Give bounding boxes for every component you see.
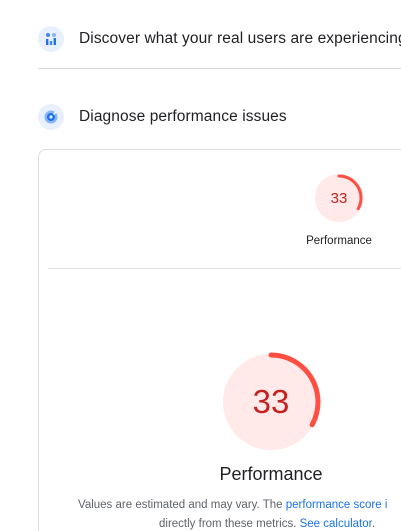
- metrics-note-text: directly from these metrics.: [159, 518, 300, 530]
- summary-score: 33: [330, 189, 348, 207]
- lighthouse-icon: [38, 104, 64, 130]
- field-data-header[interactable]: Discover what your real users are experi…: [38, 26, 401, 52]
- summary-score-label[interactable]: Performance: [288, 235, 390, 247]
- note-period: .: [371, 518, 376, 530]
- users-chart-icon: [38, 26, 64, 52]
- see-calculator-link[interactable]: See calculator: [300, 518, 372, 530]
- pagespeed-report: Discover what your real users are experi…: [0, 0, 401, 531]
- section-divider: [38, 68, 401, 69]
- lab-data-title: Diagnose performance issues: [79, 108, 287, 125]
- estimate-note-text: Values are estimated and may vary. The: [78, 499, 286, 511]
- performance-label: Performance: [219, 464, 323, 484]
- performance-score-link[interactable]: performance score i: [286, 499, 388, 511]
- performance-score: 33: [252, 383, 290, 420]
- lab-data-header[interactable]: Diagnose performance issues: [38, 104, 287, 130]
- estimate-note-line2: directly from these metrics. See calcula…: [159, 518, 375, 530]
- field-data-title: Discover what your real users are experi…: [79, 30, 401, 47]
- estimate-note-line1: Values are estimated and may vary. The p…: [78, 499, 387, 511]
- card-divider: [48, 268, 401, 269]
